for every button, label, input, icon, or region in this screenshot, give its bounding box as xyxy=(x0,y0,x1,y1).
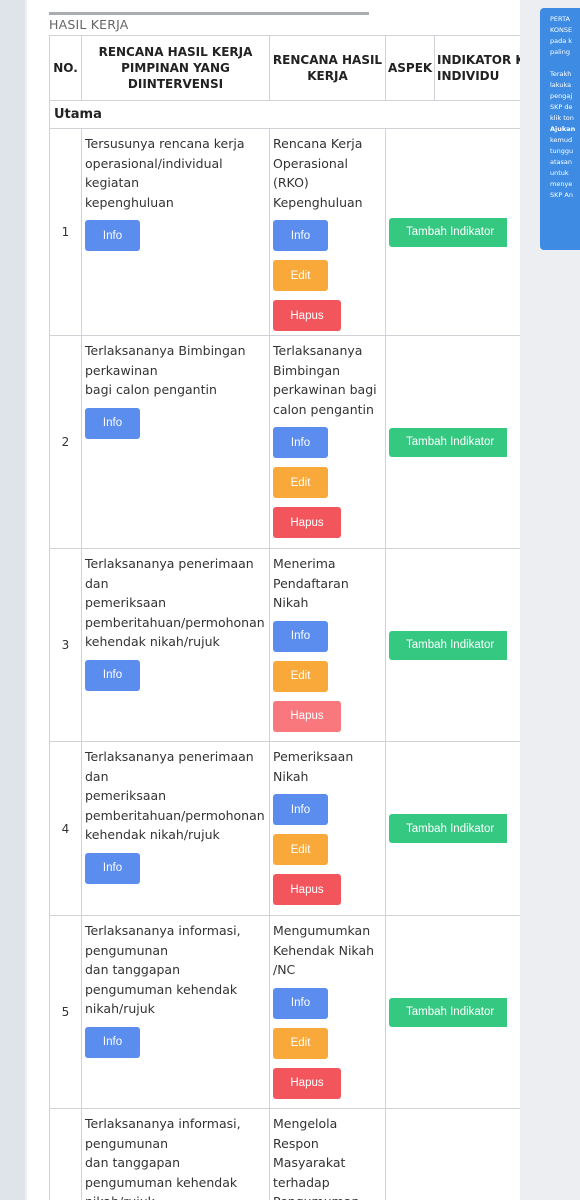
rhk-text: Pemeriksaan Nikah xyxy=(273,749,354,784)
header-rhk: RENCANA HASIL KERJA xyxy=(269,35,386,101)
rhk-pimpinan-text: Terlaksananya penerimaan dan pemeriksaan… xyxy=(85,556,265,649)
rhk-pimpinan-cell: Terlaksananya penerimaan dan pemeriksaan… xyxy=(81,741,270,916)
add-indicator-button[interactable]: Tambah Indikator xyxy=(389,427,507,457)
info-button[interactable]: Info xyxy=(85,220,140,251)
hasil-kerja-table: NO. RENCANA HASIL KERJA PIMPINAN YANG DI… xyxy=(49,35,520,1200)
edit-button[interactable]: Edit xyxy=(273,260,328,291)
rhk-pimpinan-cell: Terlaksananya Bimbingan perkawinan bagi … xyxy=(81,335,270,549)
info-button[interactable]: Info xyxy=(273,620,328,652)
edit-button[interactable]: Edit xyxy=(273,467,328,498)
table-header-row: NO. RENCANA HASIL KERJA PIMPINAN YANG DI… xyxy=(49,35,520,101)
rhk-text: Mengelola Respon Masyarakat terhadap Pen… xyxy=(273,1116,359,1200)
edit-button[interactable]: Edit xyxy=(273,660,328,692)
notice-line: menye xyxy=(550,180,573,188)
rhk-cell: Rencana Kerja Operasional (RKO) Kepenghu… xyxy=(269,128,386,336)
aspek-indikator-cell: Tambah Indikator xyxy=(385,915,520,1109)
info-button[interactable]: Info xyxy=(273,220,328,251)
aspek-indikator-cell xyxy=(385,1108,520,1200)
row-number: 4 xyxy=(49,741,82,916)
notice-line: Ajukan xyxy=(550,125,576,133)
rhk-pimpinan-text: Terlaksananya informasi, pengumunan dan … xyxy=(85,1116,241,1200)
header-rhk-pimpinan: RENCANA HASIL KERJA PIMPINAN YANG DIINTE… xyxy=(81,35,270,101)
rhk-text: Mengumumkan Kehendak Nikah /NC xyxy=(273,923,375,977)
add-indicator-button[interactable]: Tambah Indikator xyxy=(389,997,507,1027)
edit-button[interactable]: Edit xyxy=(273,1027,328,1059)
info-button[interactable]: Info xyxy=(85,659,140,691)
group-label: Utama xyxy=(49,100,520,129)
rhk-pimpinan-text: Terlaksananya informasi, pengumunan dan … xyxy=(85,923,241,1016)
notice-line: pengaj xyxy=(550,92,573,100)
hasil-kerja-card: HASIL KERJA NO. RENCANA HASIL KERJA PIMP… xyxy=(27,0,520,1200)
group-row-utama: Utama xyxy=(49,100,520,129)
info-button[interactable]: Info xyxy=(273,427,328,458)
aspek-indikator-cell: Tambah Indikator xyxy=(385,128,520,336)
notice-line: paling xyxy=(550,48,570,56)
info-button[interactable]: Info xyxy=(85,852,140,884)
row-number: 5 xyxy=(49,915,82,1109)
table-row: 1 Tersusunya rencana kerja operasional/i… xyxy=(49,128,520,336)
table-row: 3 Terlaksananya penerimaan dan pemeriksa… xyxy=(49,548,520,742)
header-no: NO. xyxy=(49,35,82,101)
row-number: 3 xyxy=(49,548,82,742)
aspek-indikator-cell: Tambah Indikator xyxy=(385,548,520,742)
rhk-pimpinan-text: Terlaksananya Bimbingan perkawinan bagi … xyxy=(85,343,246,397)
notice-line: klik ton xyxy=(550,114,574,122)
delete-button[interactable]: Hapus xyxy=(273,1067,341,1099)
add-indicator-button[interactable]: Tambah Indikator xyxy=(389,814,507,843)
section-title: HASIL KERJA xyxy=(49,12,369,32)
notice-panel: PERTA KONSE pada k paling Terakh lakuka … xyxy=(540,8,580,250)
header-aspek: ASPEK xyxy=(385,35,435,101)
notice-line: Terakh xyxy=(550,70,572,78)
rhk-cell: Terlaksananya Bimbingan perkawinan bagi … xyxy=(269,335,386,549)
notice-line: kemud xyxy=(550,136,573,144)
rhk-pimpinan-text: Tersusunya rencana kerja operasional/ind… xyxy=(85,136,245,210)
info-button[interactable]: Info xyxy=(273,794,328,825)
notice-line: lakuka xyxy=(550,81,572,89)
delete-button[interactable]: Hapus xyxy=(273,300,341,331)
table-row: Terlaksananya informasi, pengumunan dan … xyxy=(49,1108,520,1200)
rhk-pimpinan-cell: Tersusunya rencana kerja operasional/ind… xyxy=(81,128,270,336)
notice-line: atasan xyxy=(550,158,573,166)
add-indicator-button[interactable]: Tambah Indikator xyxy=(389,217,507,247)
info-button[interactable]: Info xyxy=(85,1026,140,1058)
rhk-cell: Mengelola Respon Masyarakat terhadap Pen… xyxy=(269,1108,386,1200)
delete-button[interactable]: Hapus xyxy=(273,507,341,538)
rhk-pimpinan-cell: Terlaksananya informasi, pengumunan dan … xyxy=(81,1108,270,1200)
notice-line: SKP An xyxy=(550,191,573,199)
row-number: 2 xyxy=(49,335,82,549)
rhk-text: Terlaksananya Bimbingan perkawinan bagi … xyxy=(273,343,377,417)
notice-line: PERTA xyxy=(550,15,570,23)
rhk-pimpinan-cell: Terlaksananya informasi, pengumunan dan … xyxy=(81,915,270,1109)
header-indikator: INDIKATOR KINERJA INDIVIDU xyxy=(434,35,520,101)
aspek-indikator-cell: Tambah Indikator xyxy=(385,335,520,549)
notice-line: pada k xyxy=(550,37,573,45)
notice-line: tunggu xyxy=(550,147,574,155)
aspek-indikator-cell: Tambah Indikator xyxy=(385,741,520,916)
table-row: 4 Terlaksananya penerimaan dan pemeriksa… xyxy=(49,741,520,916)
row-number xyxy=(49,1108,82,1200)
rhk-cell: Pemeriksaan Nikah Info Edit Hapus xyxy=(269,741,386,916)
rhk-text: Menerima Pendaftaran Nikah xyxy=(273,556,349,610)
info-button[interactable]: Info xyxy=(273,987,328,1019)
notice-line: KONSE xyxy=(550,26,573,34)
rhk-cell: Mengumumkan Kehendak Nikah /NC Info Edit… xyxy=(269,915,386,1109)
edit-button[interactable]: Edit xyxy=(273,834,328,865)
row-number: 1 xyxy=(49,128,82,336)
notice-line: SKP de xyxy=(550,103,573,111)
delete-button[interactable]: Hapus xyxy=(273,700,341,732)
rhk-cell: Menerima Pendaftaran Nikah Info Edit Hap… xyxy=(269,548,386,742)
table-row: 2 Terlaksananya Bimbingan perkawinan bag… xyxy=(49,335,520,549)
notice-line: untuk xyxy=(550,169,569,177)
rhk-text: Rencana Kerja Operasional (RKO) Kepenghu… xyxy=(273,136,363,210)
rhk-pimpinan-text: Terlaksananya penerimaan dan pemeriksaan… xyxy=(85,749,265,842)
table-row: 5 Terlaksananya informasi, pengumunan da… xyxy=(49,915,520,1109)
info-button[interactable]: Info xyxy=(85,407,140,439)
page-left-gutter xyxy=(0,0,26,1200)
add-indicator-button[interactable]: Tambah Indikator xyxy=(389,630,507,660)
rhk-pimpinan-cell: Terlaksananya penerimaan dan pemeriksaan… xyxy=(81,548,270,742)
delete-button[interactable]: Hapus xyxy=(273,874,341,905)
